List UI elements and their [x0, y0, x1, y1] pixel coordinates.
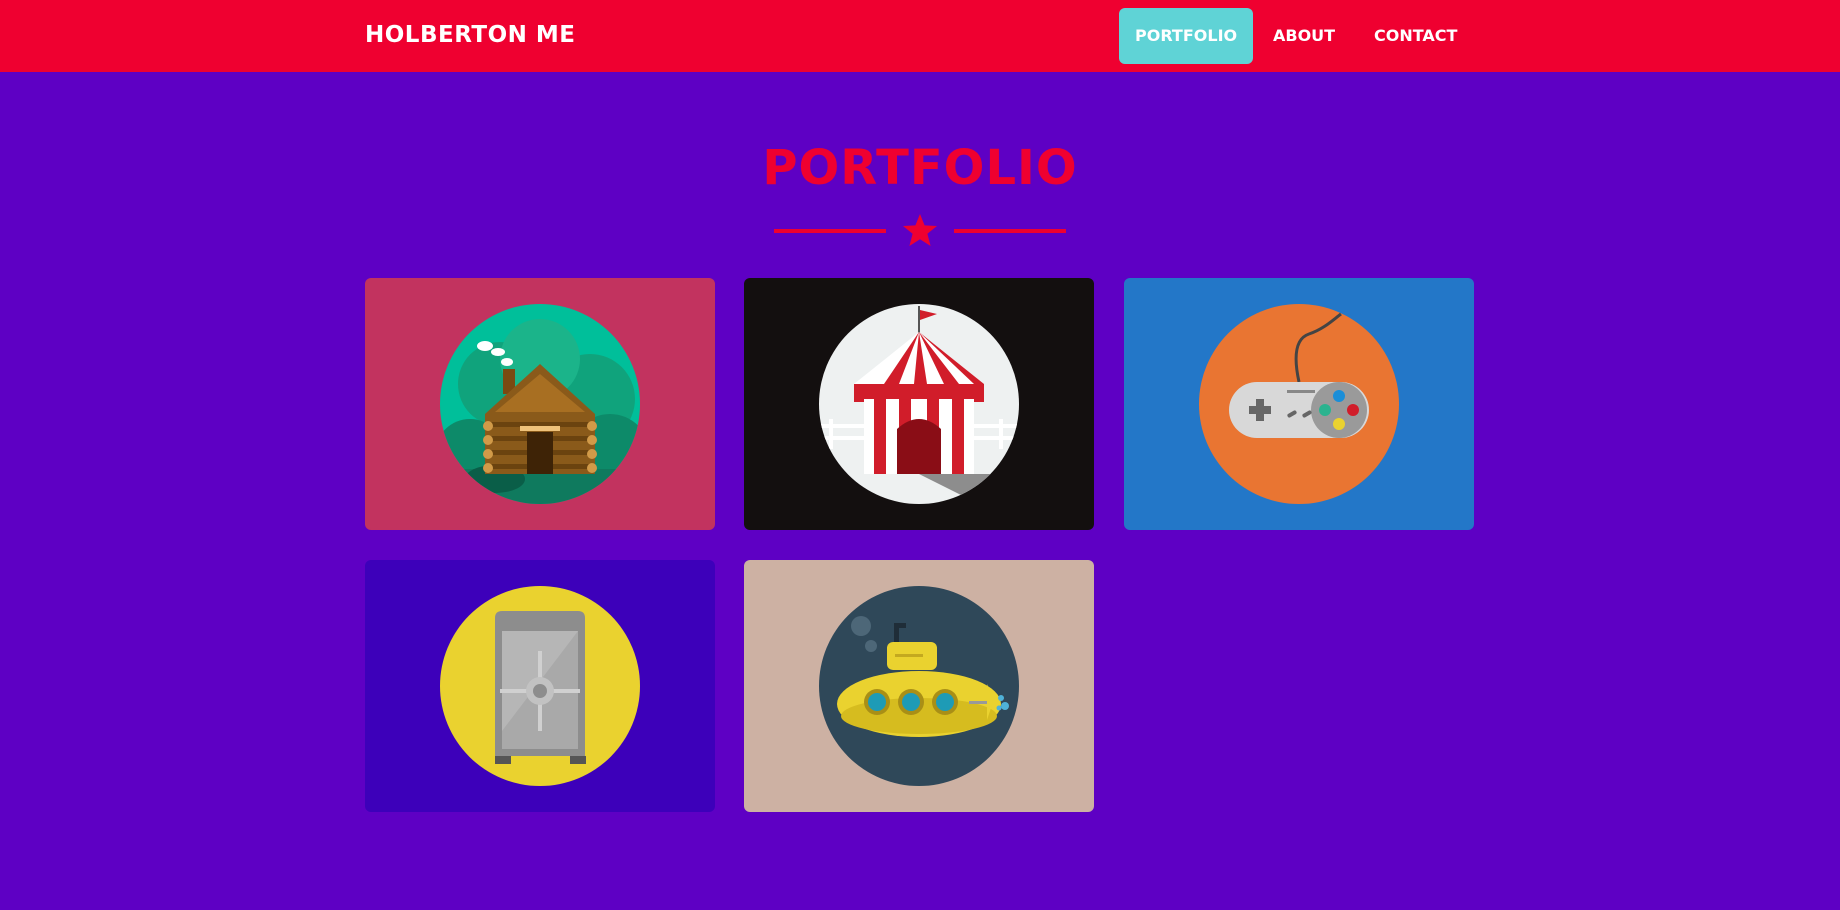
circus-tent-icon — [819, 304, 1019, 504]
page: HOLBERTON ME PORTFOLIO ABOUT CONTACT POR… — [0, 0, 1840, 910]
title-divider — [774, 213, 1066, 247]
submarine-icon — [819, 586, 1019, 786]
page-title: PORTFOLIO — [762, 140, 1078, 196]
portfolio-item-controller[interactable] — [1124, 278, 1474, 530]
nav-item-contact[interactable]: CONTACT — [1358, 8, 1473, 64]
portfolio-item-safe[interactable] — [365, 560, 715, 812]
portfolio-item-submarine[interactable] — [744, 560, 1094, 812]
divider-line-right — [954, 229, 1066, 233]
game-controller-icon — [1199, 304, 1399, 504]
navbar: HOLBERTON ME PORTFOLIO ABOUT CONTACT — [0, 0, 1840, 72]
nav-item-about[interactable]: ABOUT — [1257, 8, 1351, 64]
divider-line-left — [774, 229, 886, 233]
star-icon — [903, 214, 937, 246]
brand-logo[interactable]: HOLBERTON ME — [365, 22, 575, 48]
nav-item-portfolio[interactable]: PORTFOLIO — [1119, 8, 1254, 64]
cabin-icon — [440, 304, 640, 504]
portfolio-item-circus[interactable] — [744, 278, 1094, 530]
safe-icon — [440, 586, 640, 786]
portfolio-item-cabin[interactable] — [365, 278, 715, 530]
